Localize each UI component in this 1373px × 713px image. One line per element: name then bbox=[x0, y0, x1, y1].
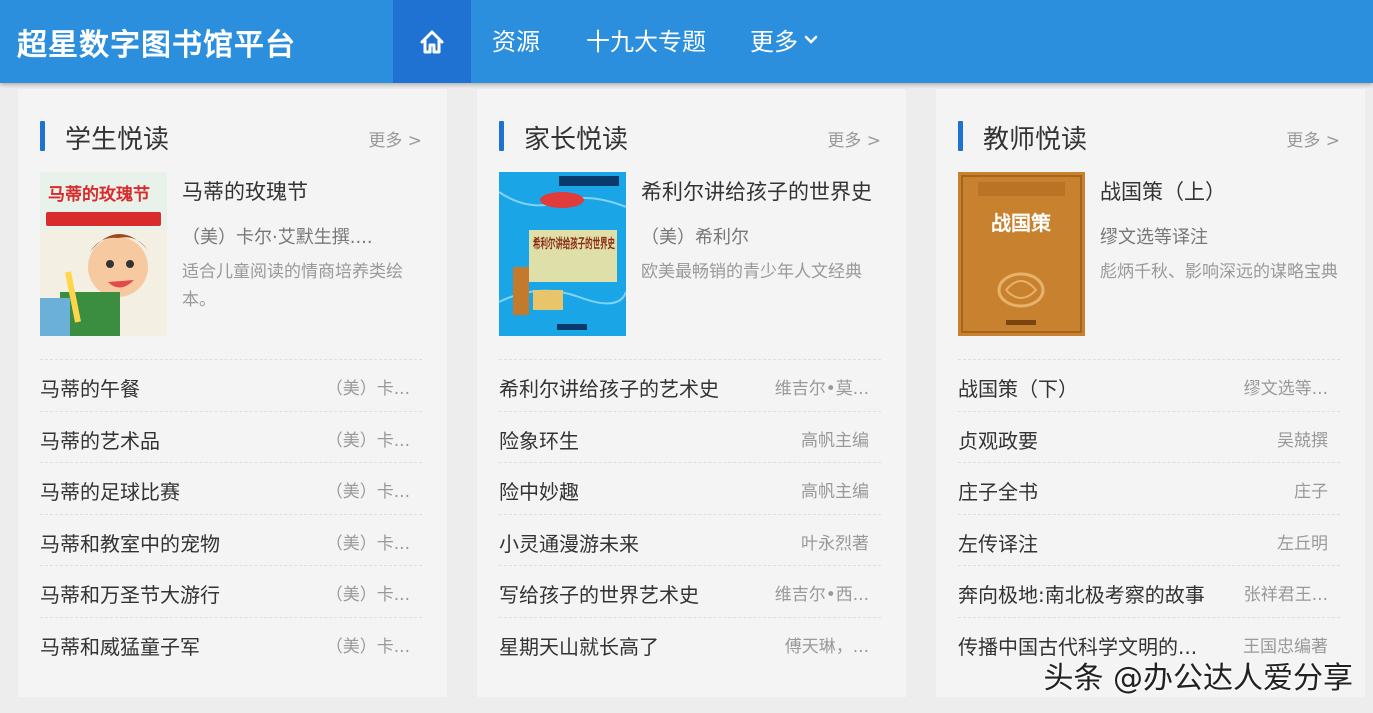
list-item[interactable]: 险象环生 高帆主编 bbox=[499, 410, 881, 463]
panel-header: 教师悦读 更多 > bbox=[958, 119, 1340, 155]
featured-book-author: 缪文选等译注 bbox=[1100, 227, 1208, 248]
book-author: 吴兢撰 bbox=[1277, 430, 1328, 451]
nav-home-button[interactable] bbox=[393, 0, 471, 83]
book-title: 马蒂和万圣节大游行 bbox=[40, 583, 220, 607]
featured-book: 战国策 战国策（上） 缪文选等译注 彪炳千秋、影响深远的谋略宝典 bbox=[958, 172, 1340, 338]
book-author: （美）卡... bbox=[325, 379, 410, 399]
nav-item-more[interactable]: 更多 bbox=[750, 22, 818, 57]
list-item[interactable]: 奔向极地:南北极考察的故事 张祥君王... bbox=[958, 565, 1340, 617]
list-item[interactable]: 马蒂和教室中的宠物 （美）卡... bbox=[40, 513, 422, 566]
panel-student-reading: 学生悦读 更多 > 马蒂的玫瑰节 马蒂的玫瑰节 （美）卡尔·艾默生撰.... 适… bbox=[18, 89, 447, 697]
cover-title-text: 战国策 bbox=[991, 211, 1052, 235]
book-title: 马蒂的艺术品 bbox=[40, 428, 160, 453]
book-author: 维吉尔•莫... bbox=[774, 379, 869, 399]
cover-title-text: 希利尔讲给孩子的世界史 bbox=[533, 236, 616, 252]
more-link[interactable]: 更多 > bbox=[1286, 126, 1340, 151]
book-author: （美）卡... bbox=[325, 482, 410, 502]
list-item[interactable]: 左传译注 左丘明 bbox=[958, 513, 1340, 566]
book-list: 马蒂的午餐 （美）卡... 马蒂的艺术品 （美）卡... 马蒂的足球比赛 （美）卡..… bbox=[40, 359, 422, 668]
book-author: （美）卡... bbox=[325, 636, 410, 657]
list-item[interactable]: 贞观政要 吴兢撰 bbox=[958, 410, 1340, 463]
book-title: 庄子全书 bbox=[958, 480, 1038, 504]
book-author: 张祥君王... bbox=[1243, 585, 1328, 605]
book-title: 马蒂的足球比赛 bbox=[40, 480, 180, 504]
list-item[interactable]: 战国策（下） 缪文选等... bbox=[958, 359, 1340, 411]
book-title: 马蒂和教室中的宠物 bbox=[40, 531, 220, 556]
featured-book: 希利尔讲给孩子的世界史 希利尔讲给孩子的世界史 （美）希利尔 欧美最畅销的青少年… bbox=[499, 172, 881, 338]
panel-header: 学生悦读 更多 > bbox=[40, 119, 422, 155]
book-author: （美）卡... bbox=[325, 585, 410, 605]
panel-parent-reading: 家长悦读 更多 > 希利尔讲给孩子的世界史 希利尔讲给孩子的世界史 （美）希利尔… bbox=[477, 89, 906, 697]
featured-book-description: 彪炳千秋、影响深远的谋略宝典 bbox=[1100, 262, 1338, 282]
book-author: 维吉尔•西... bbox=[774, 585, 869, 605]
list-item[interactable]: 马蒂和威猛童子军 （美）卡... bbox=[40, 616, 422, 669]
featured-book: 马蒂的玫瑰节 马蒂的玫瑰节 （美）卡尔·艾默生撰.... 适合儿童阅读的情商培养… bbox=[40, 172, 422, 338]
list-item[interactable]: 马蒂的足球比赛 （美）卡... bbox=[40, 462, 422, 514]
featured-book-title[interactable]: 战国策（上） bbox=[1100, 176, 1226, 206]
nav-item-resources[interactable]: 资源 bbox=[492, 22, 540, 57]
book-author: 庄子 bbox=[1294, 482, 1328, 502]
featured-book-title[interactable]: 马蒂的玫瑰节 bbox=[182, 176, 308, 206]
chevron-down-icon bbox=[804, 35, 818, 44]
panel-title: 学生悦读 bbox=[65, 125, 170, 155]
nav-more-label: 更多 bbox=[750, 28, 798, 56]
cover-title-text: 马蒂的玫瑰节 bbox=[48, 184, 150, 205]
featured-book-description: 欧美最畅销的青少年人文经典 bbox=[641, 262, 862, 282]
book-title: 险中妙趣 bbox=[499, 480, 579, 504]
list-item[interactable]: 马蒂和万圣节大游行 （美）卡... bbox=[40, 565, 422, 617]
book-title: 希利尔讲给孩子的艺术史 bbox=[499, 377, 719, 401]
top-navigation-bar: 超星数字图书馆平台 资源 十九大专题 更多 bbox=[0, 0, 1373, 83]
panel-header: 家长悦读 更多 > bbox=[499, 119, 881, 155]
book-title: 左传译注 bbox=[958, 531, 1038, 556]
accent-bar bbox=[499, 121, 504, 151]
book-title: 马蒂和威猛童子军 bbox=[40, 634, 200, 659]
book-author: 高帆主编 bbox=[801, 430, 869, 451]
list-item[interactable]: 马蒂的午餐 （美）卡... bbox=[40, 359, 422, 411]
list-item[interactable]: 小灵通漫游未来 叶永烈著 bbox=[499, 513, 881, 566]
book-cover[interactable]: 希利尔讲给孩子的世界史 bbox=[499, 172, 626, 336]
book-title: 战国策（下） bbox=[958, 377, 1078, 401]
book-title: 奔向极地:南北极考察的故事 bbox=[958, 583, 1205, 607]
book-title: 小灵通漫游未来 bbox=[499, 531, 639, 556]
book-author: 叶永烈著 bbox=[801, 533, 869, 554]
panel-title: 家长悦读 bbox=[524, 125, 629, 155]
book-author: （美）卡... bbox=[325, 430, 410, 451]
list-item[interactable]: 星期天山就长高了 傅天琳，... bbox=[499, 616, 881, 669]
list-item[interactable]: 写给孩子的世界艺术史 维吉尔•西... bbox=[499, 565, 881, 617]
accent-bar bbox=[958, 121, 963, 151]
home-icon bbox=[420, 30, 444, 53]
list-item[interactable]: 希利尔讲给孩子的艺术史 维吉尔•莫... bbox=[499, 359, 881, 411]
book-list: 战国策（下） 缪文选等... 贞观政要 吴兢撰 庄子全书 庄子 左传译注 左丘明 奔向极… bbox=[958, 359, 1340, 668]
book-title: 写给孩子的世界艺术史 bbox=[499, 583, 699, 607]
book-author: 缪文选等... bbox=[1243, 379, 1328, 399]
watermark: 头条 @办公达人爱分享 bbox=[1043, 661, 1353, 696]
list-item[interactable]: 马蒂的艺术品 （美）卡... bbox=[40, 410, 422, 463]
accent-bar bbox=[40, 121, 45, 151]
book-author: 高帆主编 bbox=[801, 482, 869, 502]
list-item[interactable]: 险中妙趣 高帆主编 bbox=[499, 462, 881, 514]
more-link[interactable]: 更多 > bbox=[368, 126, 422, 151]
featured-book-description: 适合儿童阅读的情商培养类绘本。 bbox=[182, 262, 403, 310]
book-author: 左丘明 bbox=[1277, 533, 1328, 554]
featured-book-author: （美）卡尔·艾默生撰.... bbox=[182, 227, 373, 248]
book-title: 星期天山就长高了 bbox=[499, 634, 659, 659]
book-cover[interactable]: 马蒂的玫瑰节 bbox=[40, 172, 167, 336]
book-title: 贞观政要 bbox=[958, 428, 1038, 453]
book-title: 马蒂的午餐 bbox=[40, 377, 140, 401]
panel-title: 教师悦读 bbox=[983, 125, 1088, 155]
book-list: 希利尔讲给孩子的艺术史 维吉尔•莫... 险象环生 高帆主编 险中妙趣 高帆主编 小灵… bbox=[499, 359, 881, 668]
book-title: 险象环生 bbox=[499, 428, 579, 453]
list-item[interactable]: 庄子全书 庄子 bbox=[958, 462, 1340, 514]
featured-book-title[interactable]: 希利尔讲给孩子的世界史 bbox=[641, 176, 872, 206]
book-cover[interactable]: 战国策 bbox=[958, 172, 1085, 336]
nav-item-19th-congress[interactable]: 十九大专题 bbox=[586, 22, 706, 57]
panel-teacher-reading: 教师悦读 更多 > 战国策 战国策（上） 缪文选等译注 彪炳千秋、影响深远的谋略… bbox=[936, 89, 1365, 697]
site-brand[interactable]: 超星数字图书馆平台 bbox=[17, 20, 296, 64]
book-author: 傅天琳，... bbox=[784, 636, 869, 657]
featured-book-author: （美）希利尔 bbox=[641, 227, 749, 248]
book-author: （美）卡... bbox=[325, 533, 410, 554]
more-link[interactable]: 更多 > bbox=[827, 126, 881, 151]
